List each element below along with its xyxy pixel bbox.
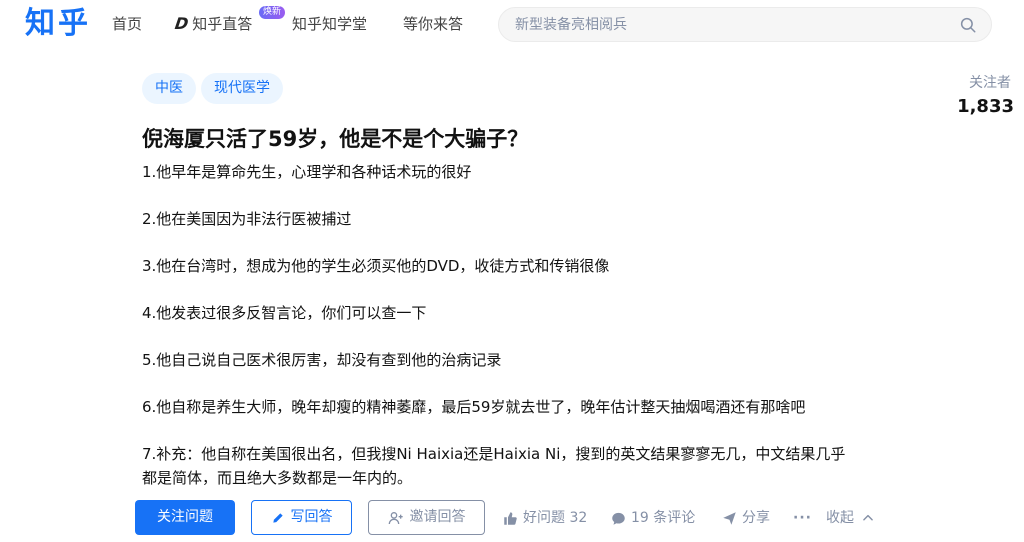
new-badge: 焕新 — [259, 6, 286, 19]
more-options-button[interactable]: ··· — [793, 509, 812, 527]
chevron-up-icon — [863, 514, 873, 521]
share-button[interactable]: 分享 — [722, 509, 770, 527]
description-paragraph: 6.他自称是养生大师，晚年却瘦的精神萎靡，最后59岁就去世了，晚年估计整天抽烟喝… — [142, 398, 806, 416]
description-paragraph: 1.他早年是算命先生，心理学和各种话术玩的很好 — [142, 163, 472, 181]
search-icon[interactable] — [959, 16, 977, 34]
thumb-up-icon — [504, 511, 517, 525]
collapse-label: 收起 — [826, 510, 854, 526]
write-answer-button[interactable]: 写回答 — [251, 500, 352, 535]
question-description: 1.他早年是算命先生，心理学和各种话术玩的很好 2.他在美国因为非法行医被捕过 … — [142, 160, 852, 490]
description-paragraph: 7.补充：他自称在美国很出名，但我搜Ni Haixia还是Haixia Ni，搜… — [142, 445, 846, 487]
topic-tag[interactable]: 现代医学 — [201, 73, 283, 104]
comments-button[interactable]: 19 条评论 — [611, 509, 695, 527]
good-question-label: 好问题 32 — [523, 510, 588, 526]
description-paragraph: 3.他在台湾时，想成为他的学生必须买他的DVD，收徒方式和传销很像 — [142, 257, 610, 275]
invite-answer-button[interactable]: 邀请回答 — [368, 500, 485, 535]
comments-label: 19 条评论 — [631, 510, 696, 526]
collapse-button[interactable]: 收起 — [826, 509, 875, 527]
comment-icon — [612, 512, 625, 525]
search-box[interactable] — [498, 7, 992, 42]
add-user-icon — [388, 511, 403, 524]
nav-home[interactable]: 首页 — [112, 14, 142, 34]
nav-waiting-answers[interactable]: 等你来答 — [403, 14, 463, 34]
description-paragraph: 5.他自己说自己医术很厉害，却没有查到他的治病记录 — [142, 351, 502, 369]
nav-zhida[interactable]: D 知乎直答 — [173, 14, 253, 34]
nav-zhida-label: 知乎直答 — [192, 15, 253, 33]
zhida-logo-icon: D — [173, 14, 190, 33]
top-header: 知乎 首页 D 知乎直答 焕新 知乎知学堂 等你来答 — [0, 0, 1024, 50]
nav-xuetang[interactable]: 知乎知学堂 — [292, 14, 367, 34]
good-question-button[interactable]: 好问题 32 — [503, 509, 587, 527]
invite-answer-label: 邀请回答 — [409, 509, 466, 525]
followers-label: 关注者 — [969, 75, 1011, 91]
topic-tag[interactable]: 中医 — [142, 73, 196, 104]
search-input[interactable] — [515, 8, 935, 41]
description-paragraph: 2.他在美国因为非法行医被捕过 — [142, 210, 352, 228]
follow-question-button[interactable]: 关注问题 — [135, 500, 235, 535]
pen-icon — [272, 512, 283, 523]
followers-count: 1,833 — [957, 96, 1014, 117]
write-answer-label: 写回答 — [290, 509, 333, 525]
share-icon — [723, 511, 736, 525]
description-paragraph: 4.他发表过很多反智言论，你们可以查一下 — [142, 304, 427, 322]
zhihu-logo[interactable]: 知乎 — [25, 4, 91, 44]
share-label: 分享 — [742, 510, 770, 526]
question-title: 倪海厦只活了59岁，他是不是个大骗子？ — [142, 127, 529, 151]
